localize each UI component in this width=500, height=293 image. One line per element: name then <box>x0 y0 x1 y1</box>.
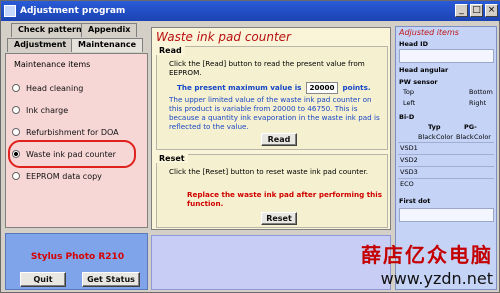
window-title: Adjustment program <box>20 6 126 16</box>
tab-appendix[interactable]: Appendix <box>81 23 138 37</box>
radio-button-icon[interactable] <box>12 172 20 180</box>
window-controls: _ □ × <box>455 4 498 17</box>
present-value-line: The present maximum value is 20000 point… <box>177 82 387 94</box>
read-group: Read Click the [Read] button to read the… <box>156 46 388 150</box>
panel-title: Waste ink pad counter <box>156 30 291 44</box>
watermark-url: www.yzdn.net <box>380 269 493 288</box>
quit-button[interactable]: Quit <box>20 272 66 287</box>
radio-label: EEPROM data copy <box>26 171 102 181</box>
read-button[interactable]: Read <box>261 133 297 146</box>
bi-d-pg-label: PG- <box>464 123 477 131</box>
radio-label: Waste ink pad counter <box>26 149 116 159</box>
tab-adjustment[interactable]: Adjustment <box>7 38 74 52</box>
head-id-label: Head ID <box>399 40 428 48</box>
row-label: VSD1 <box>400 144 418 152</box>
pw-top-label: Top <box>403 88 414 96</box>
app-icon <box>4 5 16 17</box>
radio-button-icon[interactable] <box>12 106 20 114</box>
close-button[interactable]: × <box>485 4 498 17</box>
head-id-box <box>399 49 494 63</box>
bi-d-color-label: Color <box>436 133 453 141</box>
first-dot-box <box>399 208 494 222</box>
upper-limit-text: The upper limited value of the waste ink… <box>169 95 380 131</box>
minimize-button[interactable]: _ <box>455 4 468 17</box>
pw-sensor-label: PW sensor <box>399 78 438 86</box>
bi-d-grid: VSD1 VSD2 VSD3 ECO <box>398 142 494 192</box>
grid-row-vsd3: VSD3 <box>398 166 494 178</box>
pw-bottom-label: Bottom <box>469 88 493 96</box>
row-label: VSD2 <box>400 156 418 164</box>
row-label: ECO <box>400 180 414 188</box>
grid-row-vsd2: VSD2 <box>398 154 494 166</box>
present-suffix: points. <box>342 83 371 92</box>
pw-right-label: Right <box>469 99 487 107</box>
reset-button[interactable]: Reset <box>261 212 297 225</box>
reset-group-title: Reset <box>156 154 188 163</box>
bi-d-label: Bi-D <box>399 113 415 121</box>
radio-button-selected-icon[interactable] <box>12 150 20 158</box>
radio-label: Head cleaning <box>26 83 84 93</box>
log-area <box>151 235 391 290</box>
head-angular-label: Head angular <box>399 66 449 74</box>
maintenance-items-panel: Maintenance items Head cleaning Ink char… <box>5 53 148 228</box>
get-status-button[interactable]: Get Status <box>82 272 140 287</box>
first-dot-label: First dot <box>399 197 431 205</box>
adjusted-items-title: Adjusted items <box>399 28 459 37</box>
present-prefix: The present maximum value is <box>177 83 302 92</box>
model-panel: Stylus Photo R210 Quit Get Status <box>5 233 148 290</box>
radio-ink-charge[interactable]: Ink charge <box>12 99 141 121</box>
radio-label: Ink charge <box>26 105 69 115</box>
bi-d-typ-label: Typ <box>428 123 441 131</box>
grid-row-eco: ECO <box>398 178 494 190</box>
radio-waste-ink-pad-counter[interactable]: Waste ink pad counter <box>8 140 141 168</box>
tab-check-pattern[interactable]: Check pattern <box>11 23 89 37</box>
maximize-button[interactable]: □ <box>470 4 483 17</box>
reset-group: Reset Click the [Reset] button to reset … <box>156 154 388 228</box>
reset-warning: Replace the waste ink pad after performi… <box>187 190 383 208</box>
radio-eeprom-data-copy[interactable]: EEPROM data copy <box>12 165 141 187</box>
reset-instruction: Click the [Reset] button to reset waste … <box>169 167 369 176</box>
bi-d-color2-label: Color <box>474 133 491 141</box>
maintenance-items-header: Maintenance items <box>14 60 91 69</box>
grid-row-vsd1: VSD1 <box>398 142 494 154</box>
application-window: Adjustment program _ □ × Check pattern A… <box>0 0 500 293</box>
read-group-title: Read <box>156 46 185 55</box>
bi-d-black-label: Black <box>418 133 436 141</box>
model-name: Stylus Photo R210 <box>30 252 125 262</box>
radio-button-icon[interactable] <box>12 84 20 92</box>
title-bar: Adjustment program _ □ × <box>1 1 500 21</box>
row-label: VSD3 <box>400 168 418 176</box>
radio-head-cleaning[interactable]: Head cleaning <box>12 77 141 99</box>
radio-label: Refurbishment for DOA <box>26 127 119 137</box>
radio-button-icon[interactable] <box>12 128 20 136</box>
pw-left-label: Left <box>403 99 416 107</box>
tab-strip: Check pattern Appendix Adjustment Mainte… <box>7 23 147 53</box>
watermark-chinese: 薛店亿众电脑 <box>361 243 493 267</box>
tab-maintenance[interactable]: Maintenance <box>71 38 144 52</box>
read-instruction: Click the [Read] button to read the pres… <box>169 59 365 77</box>
present-value-field: 20000 <box>305 82 338 94</box>
waste-ink-pad-counter-panel: Waste ink pad counter Read Click the [Re… <box>151 27 391 230</box>
bi-d-black2-label: Black <box>456 133 474 141</box>
